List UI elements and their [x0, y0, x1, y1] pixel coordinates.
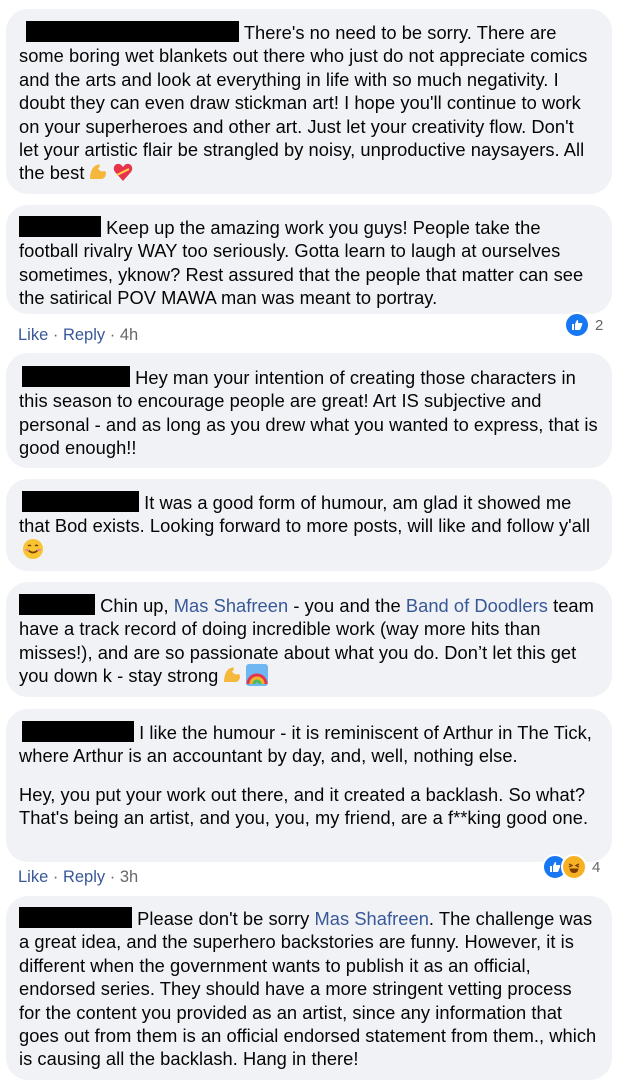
comment-text: There's no need to be sorry. There are s…: [19, 22, 588, 184]
comment-text: Please don't be sorry: [137, 908, 310, 929]
flexed-biceps-icon: [224, 667, 241, 683]
redacted-name: [19, 216, 101, 237]
comment-bubble: Chin up, Mas Shafreen - you and the Band…: [6, 582, 612, 697]
comment-text: Chin up,: [100, 595, 169, 616]
separator: ·: [109, 326, 116, 344]
comment-bubble: Hey man your intention of creating those…: [6, 353, 612, 468]
comment-timestamp[interactable]: 4h: [120, 326, 138, 344]
redacted-name: [22, 491, 139, 512]
like-link[interactable]: Like: [18, 326, 48, 344]
separator: ·: [52, 326, 59, 344]
redacted-name: [19, 594, 95, 615]
mention-link[interactable]: Mas Shafreen: [315, 908, 429, 929]
comment-paragraph: Hey, you put your work out there, and it…: [19, 783, 589, 829]
rainbow-icon: [246, 664, 269, 687]
comment-text: . The challenge was a great idea, and th…: [19, 908, 597, 1070]
like-link[interactable]: Like: [18, 868, 48, 886]
redacted-name: [19, 907, 132, 928]
reaction-summary[interactable]: 4: [542, 854, 600, 880]
redacted-name: [26, 21, 239, 42]
comment-actions: Like · Reply · 3h: [18, 868, 138, 887]
reaction-count: 4: [592, 858, 601, 876]
reaction-summary[interactable]: 2: [564, 312, 603, 338]
comment-text: Keep up the amazing work you guys! Peopl…: [19, 217, 584, 309]
comment-bubble: There's no need to be sorry. There are s…: [6, 9, 612, 194]
separator: ·: [52, 868, 59, 886]
redacted-name: [22, 366, 130, 387]
redacted-name: [22, 721, 134, 742]
comment-text: - you and the: [293, 595, 401, 616]
flexed-biceps-icon: [90, 164, 107, 180]
reply-link[interactable]: Reply: [63, 868, 105, 886]
heart-with-ribbon-icon: [114, 164, 133, 182]
comment-bubble: It was a good form of humour, am glad it…: [6, 479, 612, 571]
comment-actions: Like · Reply · 4h: [18, 326, 138, 345]
reaction-count: 2: [595, 316, 604, 334]
mention-link[interactable]: Band of Doodlers: [406, 595, 548, 616]
mention-link[interactable]: Mas Shafreen: [174, 595, 288, 616]
smiling-face-icon: [23, 538, 43, 559]
comment-bubble: Keep up the amazing work you guys! Peopl…: [6, 205, 612, 314]
haha-icon: [561, 854, 587, 880]
reply-link[interactable]: Reply: [63, 326, 105, 344]
like-icon: [564, 312, 590, 338]
comment-bubble: Please don't be sorry Mas Shafreen. The …: [6, 896, 612, 1080]
comment-bubble: I like the humour - it is reminiscent of…: [6, 709, 612, 862]
separator: ·: [109, 868, 116, 886]
comment-timestamp[interactable]: 3h: [120, 868, 138, 886]
